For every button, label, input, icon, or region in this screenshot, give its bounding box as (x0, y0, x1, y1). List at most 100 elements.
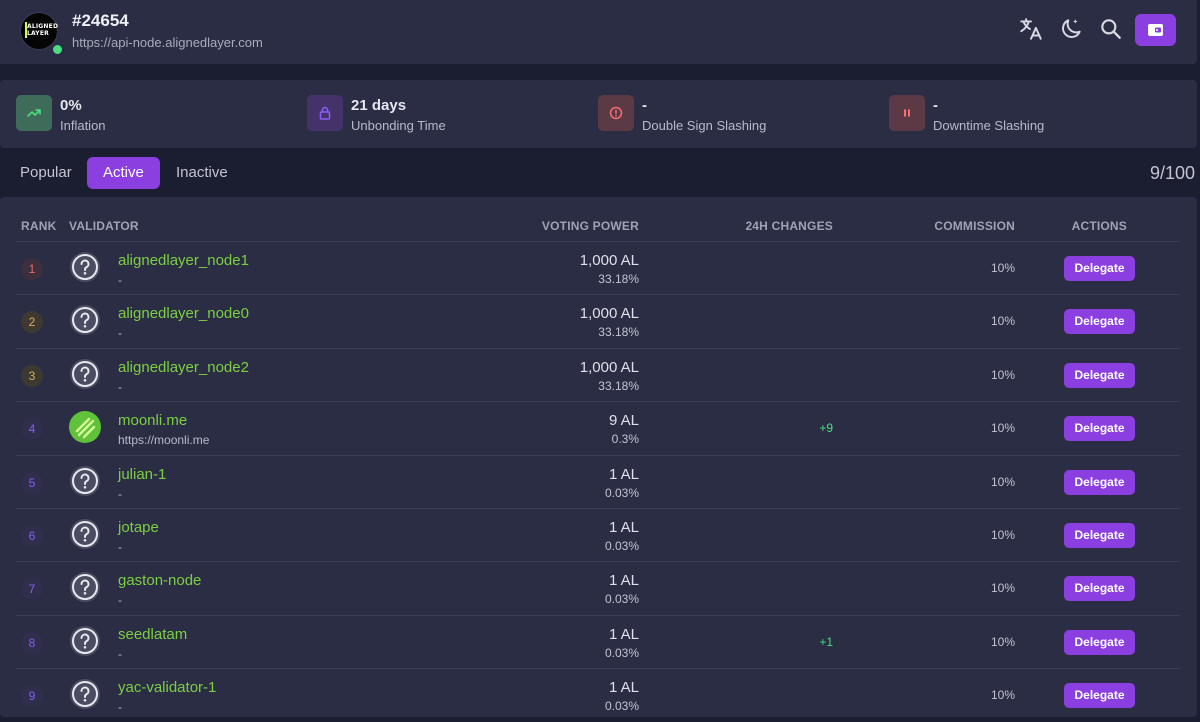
validator-name[interactable]: moonli.me (118, 412, 187, 429)
rank-badge: 1 (21, 258, 43, 280)
voting-power: 1 AL (608, 572, 639, 590)
header-actions: ACTIONS (1071, 219, 1127, 233)
voting-power: 1,000 AL (579, 358, 639, 376)
api-endpoint[interactable]: https://api-node.alignedlayer.com (72, 35, 263, 50)
validator-website: - (118, 486, 122, 501)
alert-circle-icon (598, 95, 634, 131)
table-row: 2 alignedlayer_node0 - 1,000 AL 33.18% 1… (16, 294, 1180, 348)
delegate-button[interactable]: Delegate (1064, 469, 1135, 495)
commission: 10% (990, 421, 1015, 436)
header-voting-power: VOTING POWER (541, 219, 639, 233)
pause-icon (889, 95, 925, 131)
stat-value: - (642, 97, 647, 114)
stat-label: Downtime Slashing (933, 118, 1045, 133)
commission: 10% (990, 688, 1015, 703)
translate-icon[interactable] (1018, 16, 1044, 42)
delegate-button[interactable]: Delegate (1064, 523, 1135, 548)
voting-power-percent: 0.03% (604, 592, 639, 607)
validator-website: https://moonli.me (118, 433, 210, 448)
trend-up-icon (16, 95, 52, 131)
table-row: 8 seedlatam - 1 AL 0.03% +1 10% Delegate (16, 614, 1180, 669)
dark-mode-icon[interactable] (1058, 16, 1084, 42)
validator-name[interactable]: julian-1 (118, 466, 166, 483)
delegate-button[interactable]: Delegate (1064, 629, 1135, 655)
search-icon[interactable] (1098, 16, 1124, 42)
table-row: 7 gaston-node - 1 AL 0.03% 10% Delegate (16, 561, 1180, 615)
voting-power-percent: 0.03% (604, 699, 639, 714)
validator-name[interactable]: gaston-node (118, 572, 201, 589)
tab-active[interactable]: Active (87, 157, 160, 189)
tab-inactive[interactable]: Inactive (160, 157, 244, 189)
delegate-button[interactable]: Delegate (1064, 256, 1135, 281)
validator-name[interactable]: seedlatam (118, 626, 187, 643)
commission: 10% (990, 581, 1015, 596)
commission: 10% (990, 367, 1015, 382)
voting-power: 9 AL (608, 412, 639, 430)
voting-power: 1 AL (608, 465, 639, 483)
commission: 10% (990, 261, 1015, 275)
unknown-avatar-icon (70, 252, 100, 282)
validator-count: 9/100 (1149, 163, 1195, 183)
unknown-avatar-icon (70, 305, 100, 336)
validator-name[interactable]: alignedlayer_node1 (118, 252, 249, 269)
header-commission: COMMISSION (934, 219, 1015, 233)
validator-name[interactable]: alignedlayer_node0 (118, 305, 249, 322)
stat-label: Inflation (60, 118, 106, 133)
unknown-avatar-icon (70, 358, 100, 389)
voting-power-percent: 0.03% (604, 539, 639, 553)
table-row: 6 jotape - 1 AL 0.03% 10% Delegate (16, 508, 1180, 562)
lock-icon (307, 95, 343, 131)
header-24h-changes: 24H CHANGES (745, 219, 833, 233)
validator-name[interactable]: alignedlayer_node2 (118, 359, 249, 376)
delegate-button[interactable]: Delegate (1064, 683, 1135, 709)
wallet-icon (1148, 24, 1163, 36)
delegate-button[interactable]: Delegate (1064, 416, 1135, 442)
unknown-avatar-icon (70, 625, 100, 656)
rank-badge: 9 (21, 685, 43, 708)
voting-power: 1,000 AL (579, 305, 639, 323)
validator-website: - (118, 646, 122, 661)
commission: 10% (990, 474, 1015, 489)
stat-value: 21 days (351, 97, 407, 114)
header-validator: VALIDATOR (69, 219, 139, 233)
validator-name[interactable]: jotape (118, 519, 159, 536)
table-row: 5 julian-1 - 1 AL 0.03% 10% Delegate (16, 454, 1180, 509)
validator-website: - (118, 593, 122, 608)
voting-power: 1 AL (608, 679, 639, 697)
voting-power-percent: 33.18% (598, 272, 639, 286)
delegate-button[interactable]: Delegate (1064, 362, 1135, 388)
voting-power: 1 AL (608, 519, 639, 536)
validator-website: - (118, 540, 122, 554)
tab-popular[interactable]: Popular (4, 157, 88, 189)
table-row: 4 moonli.me https://moonli.me 9 AL 0.3% … (16, 401, 1180, 455)
rank-badge: 4 (21, 418, 43, 441)
unknown-avatar-icon (70, 465, 100, 496)
top-header: ALIGNED LAYER #24654 https://api-node.ali… (0, 0, 1197, 64)
24h-change: +1 (819, 634, 833, 649)
rank-badge: 3 (21, 364, 43, 387)
header-rank: RANK (21, 219, 57, 233)
voting-power-percent: 33.18% (598, 378, 639, 393)
validator-name[interactable]: yac-validator-1 (118, 679, 216, 696)
rank-badge: 5 (21, 471, 43, 494)
logo-text: ALIGNED LAYER (27, 23, 59, 37)
validator-website: - (118, 379, 122, 394)
block-height: #24654 (72, 11, 129, 30)
rank-badge: 7 (21, 578, 43, 601)
stat-value: 0% (60, 97, 82, 114)
staking-params-bar: 0% Inflation 21 days Unbonding Time - Do… (0, 80, 1197, 148)
validator-website: - (118, 273, 122, 287)
commission: 10% (990, 528, 1015, 542)
voting-power-percent: 0.03% (604, 645, 639, 660)
rank-badge: 2 (21, 311, 43, 334)
unknown-avatar-icon (70, 572, 100, 603)
24h-change: +9 (819, 421, 833, 436)
delegate-button[interactable]: Delegate (1064, 576, 1135, 602)
unknown-avatar-icon (70, 679, 100, 710)
table-row: 3 alignedlayer_node2 - 1,000 AL 33.18% 1… (16, 347, 1180, 402)
wallet-button[interactable] (1135, 14, 1176, 46)
validator-avatar (69, 411, 101, 444)
stat-label: Unbonding Time (351, 118, 446, 133)
delegate-button[interactable]: Delegate (1064, 309, 1135, 335)
table-row: 9 yac-validator-1 - 1 AL 0.03% 10% Deleg… (16, 668, 1180, 722)
